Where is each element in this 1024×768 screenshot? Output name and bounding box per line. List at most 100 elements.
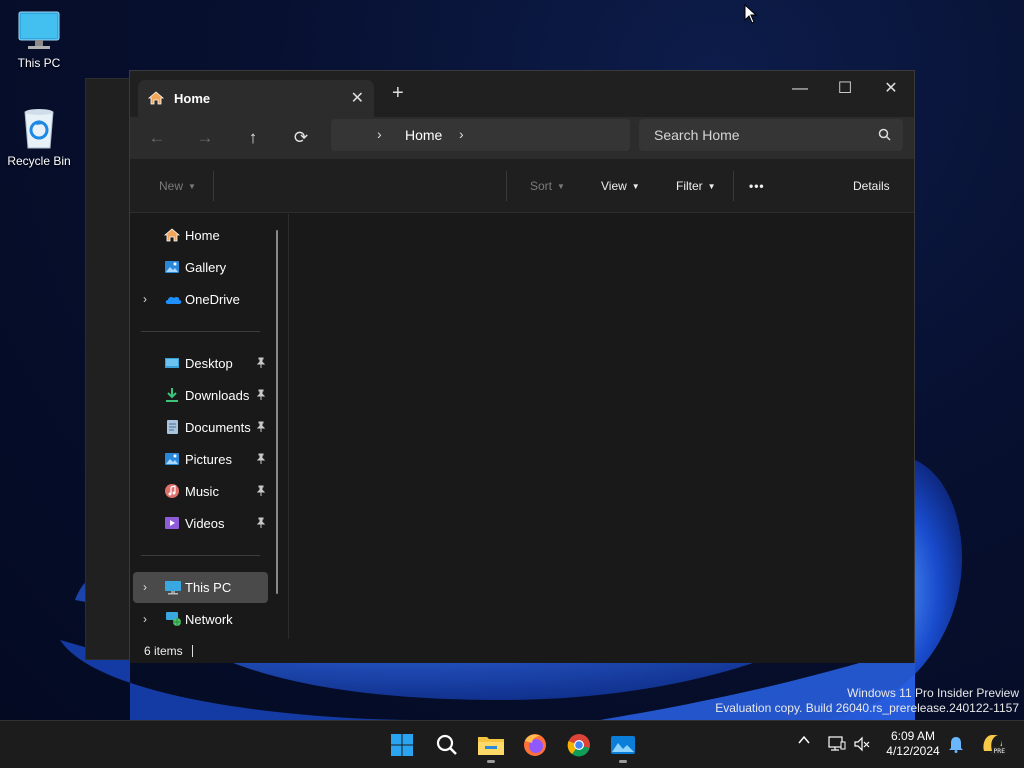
toolbar-divider [506,171,507,201]
sidebar-item-downloads[interactable]: Downloads [133,380,268,411]
taskbar-photos[interactable] [607,729,639,763]
pin-icon[interactable] [255,517,267,529]
system-clock[interactable]: 6:09 AM 4/12/2024 [876,729,950,759]
sidebar-item-onedrive[interactable]: › OneDrive [133,284,268,315]
taskbar-file-explorer[interactable] [475,729,507,763]
mouse-cursor-icon [744,4,758,24]
sidebar-item-pictures[interactable]: Pictures [133,444,268,475]
sidebar-divider [141,331,260,332]
copilot-preview-icon: PRE [983,735,1006,755]
tab-label: Home [174,91,211,106]
clock-date: 4/12/2024 [886,744,940,758]
sidebar-item-this-pc[interactable]: › This PC [133,572,268,603]
close-button[interactable]: ✕ [871,77,911,101]
sidebar-item-label: Documents [185,420,251,435]
chevron-right-icon[interactable]: › [143,580,147,594]
minimize-button[interactable]: — [780,77,820,101]
desktop-icon-label: This PC [17,56,61,70]
chevron-down-icon: ▼ [188,182,196,191]
forward-button[interactable]: → [191,125,219,151]
navigation-pane: Home Gallery › OneDrive Desktop Download… [130,214,288,639]
volume-status[interactable] [853,735,871,758]
sidebar-item-label: Pictures [185,452,232,467]
desktop-icon-this-pc[interactable]: This PC [0,10,78,70]
taskbar-search-button[interactable] [431,729,463,761]
sidebar-item-label: This PC [185,580,232,595]
view-button[interactable]: View ▼ [601,179,640,193]
title-bar[interactable]: Home ✕ + — ☐ ✕ [130,71,914,117]
new-label: New [159,179,184,193]
new-tab-button[interactable]: + [392,83,404,103]
details-button[interactable]: Details [853,179,890,193]
show-hidden-icons-button[interactable] [797,733,811,752]
network-icon [166,612,181,626]
address-bar[interactable]: › Home › [331,119,630,151]
breadcrumb-home[interactable]: Home [405,127,442,143]
file-explorer-icon [478,737,504,755]
sidebar-item-network[interactable]: › Network [133,604,268,635]
network-status-icon [828,736,846,751]
downloads-icon [166,388,178,402]
back-button[interactable]: ← [143,125,171,151]
maximize-button[interactable]: ☐ [825,77,865,101]
pictures-icon [165,453,179,465]
chevron-right-icon[interactable]: › [459,126,464,142]
refresh-button[interactable]: ⟳ [287,125,315,151]
chevron-right-icon[interactable]: › [143,292,147,306]
pin-icon[interactable] [255,357,267,369]
sort-button[interactable]: Sort ▼ [530,179,565,193]
photos-icon [611,736,635,754]
search-input[interactable]: Search Home [639,119,903,151]
onedrive-icon [165,296,182,304]
sidebar-item-label: Gallery [185,260,227,275]
pin-icon[interactable] [255,453,267,465]
sidebar-item-label: Home [185,228,220,243]
taskbar-chrome[interactable] [563,729,595,761]
sidebar-item-music[interactable]: Music [133,476,268,507]
music-icon [165,484,179,498]
videos-icon [165,517,179,529]
up-button[interactable]: ↑ [239,125,267,151]
chevron-right-icon[interactable]: › [143,612,147,626]
sidebar-item-videos[interactable]: Videos [133,508,268,539]
pin-icon[interactable] [255,389,267,401]
desktop-icon-recycle-bin[interactable]: Recycle Bin [0,106,78,168]
sidebar-item-gallery[interactable]: Gallery [133,252,268,283]
pin-icon[interactable] [255,485,267,497]
chevron-up-icon [798,735,810,744]
pin-icon[interactable] [255,421,267,433]
sidebar-item-documents[interactable]: Documents [133,412,268,443]
sidebar-item-label: OneDrive [185,292,240,307]
sort-label: Sort [530,179,553,193]
filter-button[interactable]: Filter ▼ [676,179,716,193]
new-button[interactable]: New ▼ [159,179,196,193]
chevron-right-icon[interactable]: › [377,126,382,142]
toolbar-divider [733,171,734,201]
network-status[interactable] [828,735,846,758]
command-bar: New ▼ Sort ▼ View ▼ Filter ▼ ••• Details [130,159,914,213]
svg-text:PRE: PRE [994,748,1006,755]
home-icon [164,228,180,242]
tab-close-icon[interactable]: ✕ [351,88,364,108]
notifications-button[interactable] [948,735,964,758]
sidebar-item-label: Network [185,612,233,627]
bell-icon [949,737,963,753]
desktop-folder-icon [165,358,179,368]
windows-start-icon [391,734,413,756]
search-icon [878,128,891,141]
sidebar-item-desktop[interactable]: Desktop [133,348,268,379]
tab-home[interactable]: Home ✕ [138,80,374,117]
status-divider [192,645,193,657]
copilot-button[interactable]: PRE [980,731,1006,762]
item-count: 6 items [144,644,183,658]
more-options-button[interactable]: ••• [749,179,765,193]
sidebar-item-label: Music [185,484,219,499]
watermark-line2: Evaluation copy. Build 26040.rs_prerelea… [715,701,1019,715]
sidebar-item-home[interactable]: Home [133,220,268,251]
taskbar-firefox[interactable] [519,729,551,761]
view-label: View [601,179,627,193]
start-button[interactable] [386,729,418,761]
file-list-area[interactable] [289,214,914,639]
sidebar-scrollbar[interactable] [276,230,278,594]
running-indicator [619,760,627,763]
